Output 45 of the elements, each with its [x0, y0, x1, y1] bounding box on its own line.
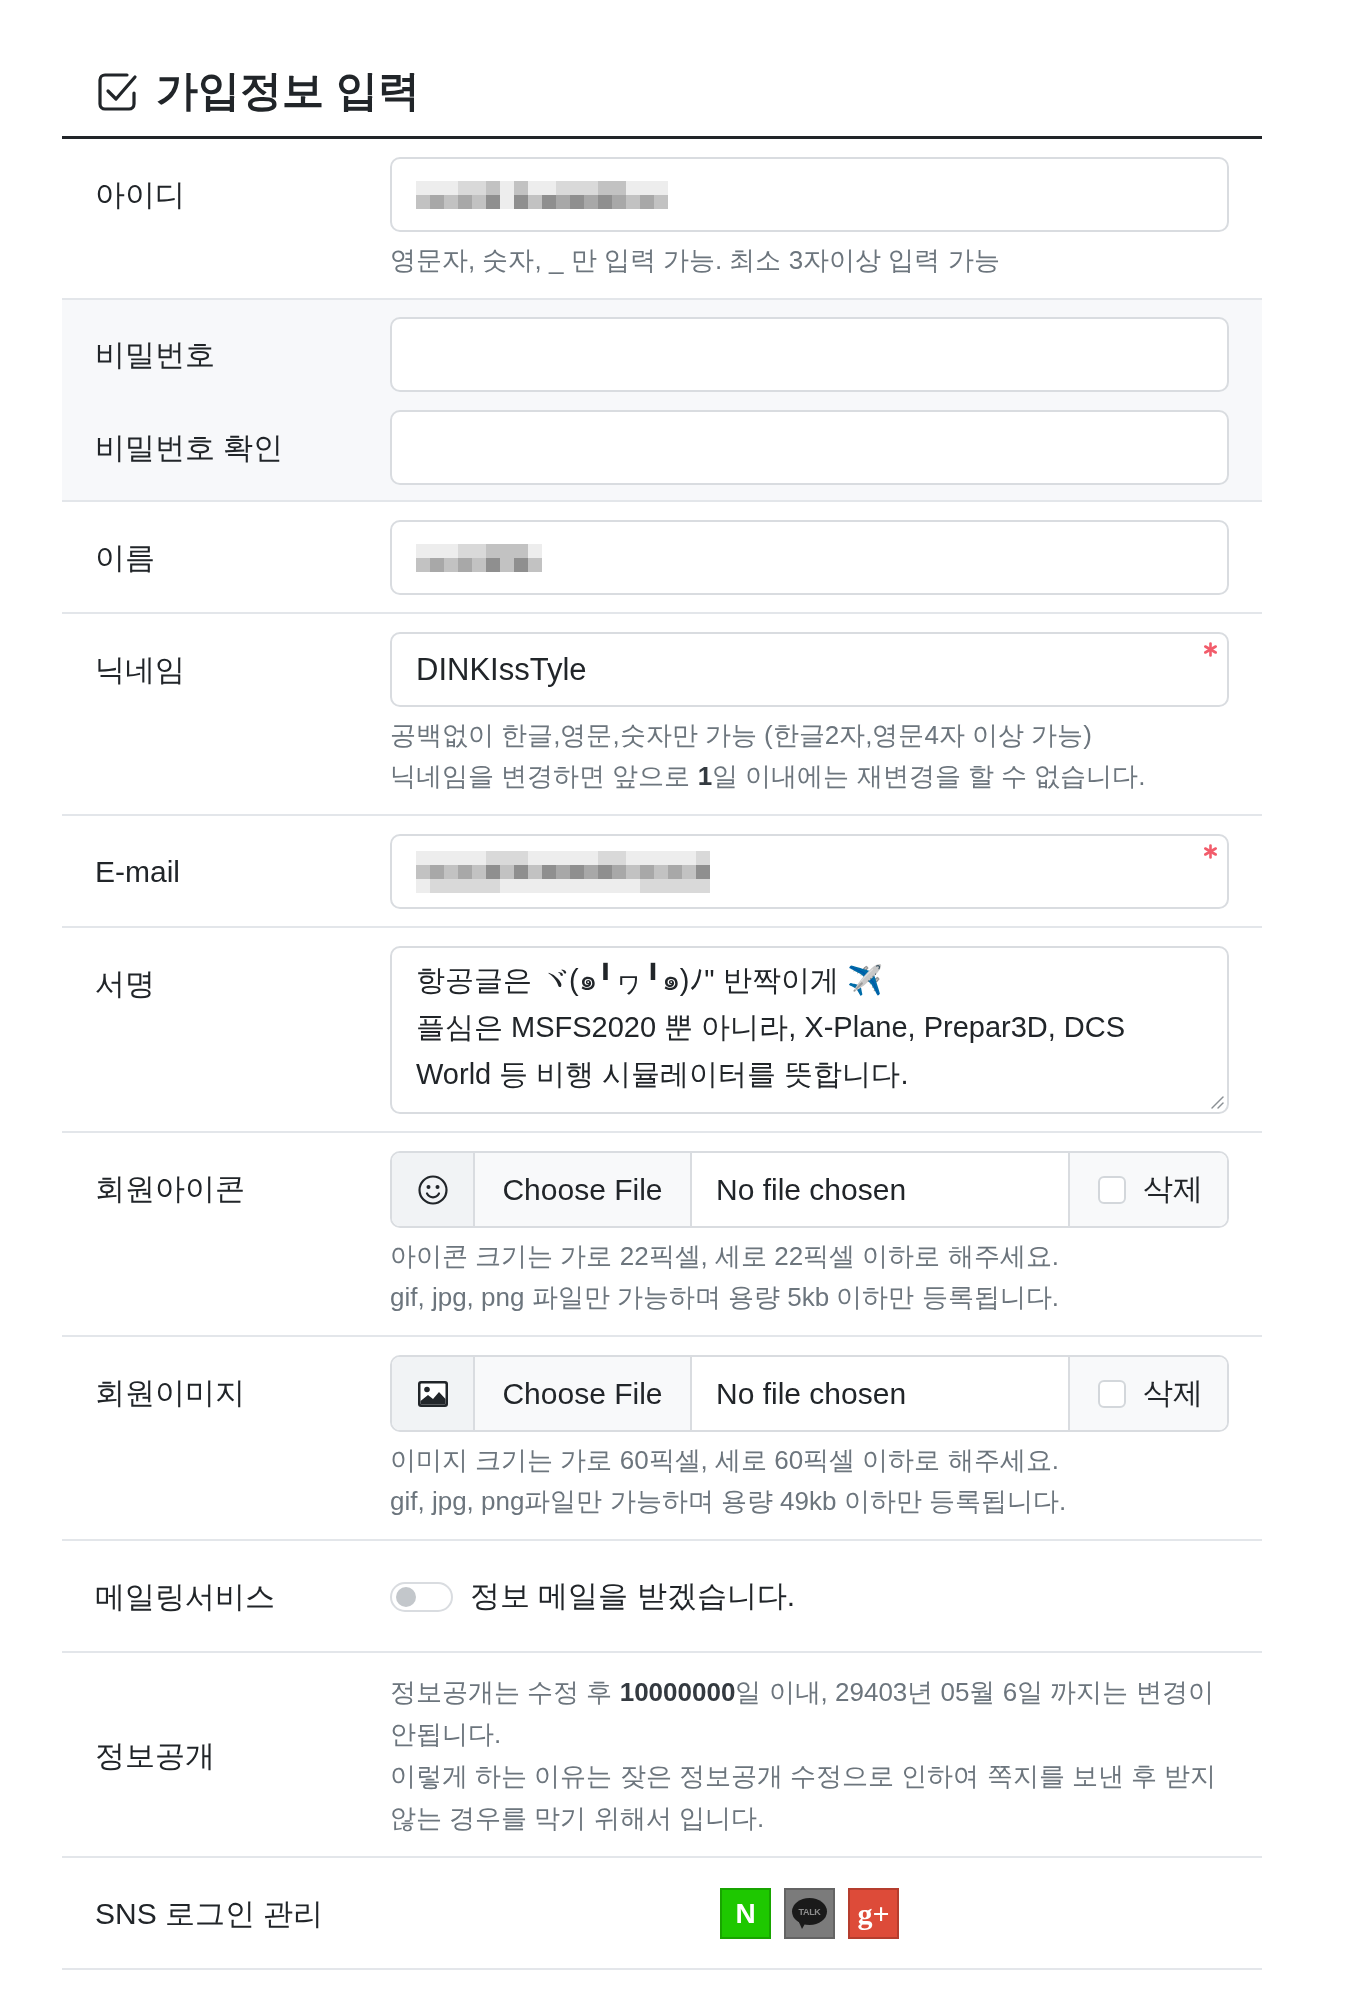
field-label: 이름: [95, 541, 155, 574]
resize-grip-icon[interactable]: [1210, 1095, 1224, 1109]
file-name-text: No file chosen: [715, 1171, 908, 1208]
field-label: 정보공개: [95, 1738, 215, 1772]
help-text: 이미지 크기는 가로 60픽셀, 세로 60픽셀 이하로 해주세요.: [390, 1444, 1060, 1477]
toggle-switch[interactable]: [390, 1581, 453, 1612]
page-title: 가입정보 입력: [156, 66, 420, 116]
image-icon: [417, 1380, 448, 1407]
field-label: 메일링서비스: [95, 1580, 275, 1613]
field-label: 비밀번호 확인: [95, 431, 284, 464]
field-label: 아이디: [95, 178, 185, 211]
help-text: gif, jpg, png파일만 가능하며 용량 49kb 이하만 등록됩니다.: [390, 1485, 1068, 1518]
file-name-text: No file chosen: [715, 1375, 908, 1412]
sns-login-button[interactable]: TALK: [784, 1888, 835, 1939]
input-field[interactable]: [390, 834, 1229, 909]
field-label: 닉네임: [95, 653, 185, 686]
notice-text: 이렇게 하는 이유는 잦은 정보공개 수정으로 인하여 쪽지를 보낸 후 받지 않는 경우를 막기 위해서 입니다.: [390, 1760, 1218, 1835]
smiley-icon: [417, 1174, 448, 1205]
field-label: 회원아이콘: [95, 1172, 245, 1205]
check-square-icon: [97, 70, 138, 112]
field-label: SNS 로그인 관리: [95, 1897, 324, 1930]
field-label: 서명: [95, 967, 155, 1000]
choose-file-button[interactable]: Choose File: [475, 1153, 692, 1226]
input-field[interactable]: [390, 157, 1229, 232]
sns-login-button[interactable]: g+: [848, 1888, 899, 1939]
help-text: gif, jpg, png 파일만 가능하며 용량 5kb 이하만 등록됩니다.: [390, 1281, 1060, 1314]
input-field[interactable]: DINKIssTyle: [390, 632, 1229, 707]
delete-label[interactable]: 삭제: [1143, 1169, 1203, 1210]
password-field[interactable]: [390, 410, 1229, 485]
delete-checkbox[interactable]: [1098, 1175, 1126, 1204]
field-label: 회원이미지: [95, 1376, 245, 1409]
field-label: 비밀번호: [95, 338, 215, 371]
notice-text: 정보공개는 수정 후 10000000일 이내, 29403년 05월 6일 까지는 변경이 안됩니다.: [390, 1676, 1215, 1751]
help-text: 공백없이 한글,영문,숫자만 가능 (한글2자,영문4자 이상 가능): [390, 719, 1094, 752]
delete-label[interactable]: 삭제: [1143, 1373, 1203, 1414]
toggle-label[interactable]: 정보 메일을 받겠습니다.: [470, 1576, 795, 1617]
field-label: E-mail: [95, 855, 180, 888]
delete-checkbox[interactable]: [1098, 1379, 1126, 1408]
help-text: 아이콘 크기는 가로 22픽셀, 세로 22픽셀 이하로 해주세요.: [390, 1240, 1060, 1273]
help-text: 영문자, 숫자, _ 만 입력 가능. 최소 3자이상 입력 가능: [390, 244, 1001, 277]
help-text: 닉네임을 변경하면 앞으로 1일 이내에는 재변경을 할 수 없습니다.: [390, 760, 1147, 793]
input-field[interactable]: [390, 520, 1229, 595]
choose-file-button[interactable]: Choose File: [475, 1357, 692, 1430]
signature-field[interactable]: 항공글은 ヾ(๑╹ヮ╹๑)ﾉ" 반짝이게 ✈ 플심은 MSFS2020 뿐 아니라, X-Plane, Prepar3D, DCS World 등 비행 시뮬레이터를 뜻합니다.: [390, 946, 1229, 1114]
password-field[interactable]: [390, 317, 1229, 392]
